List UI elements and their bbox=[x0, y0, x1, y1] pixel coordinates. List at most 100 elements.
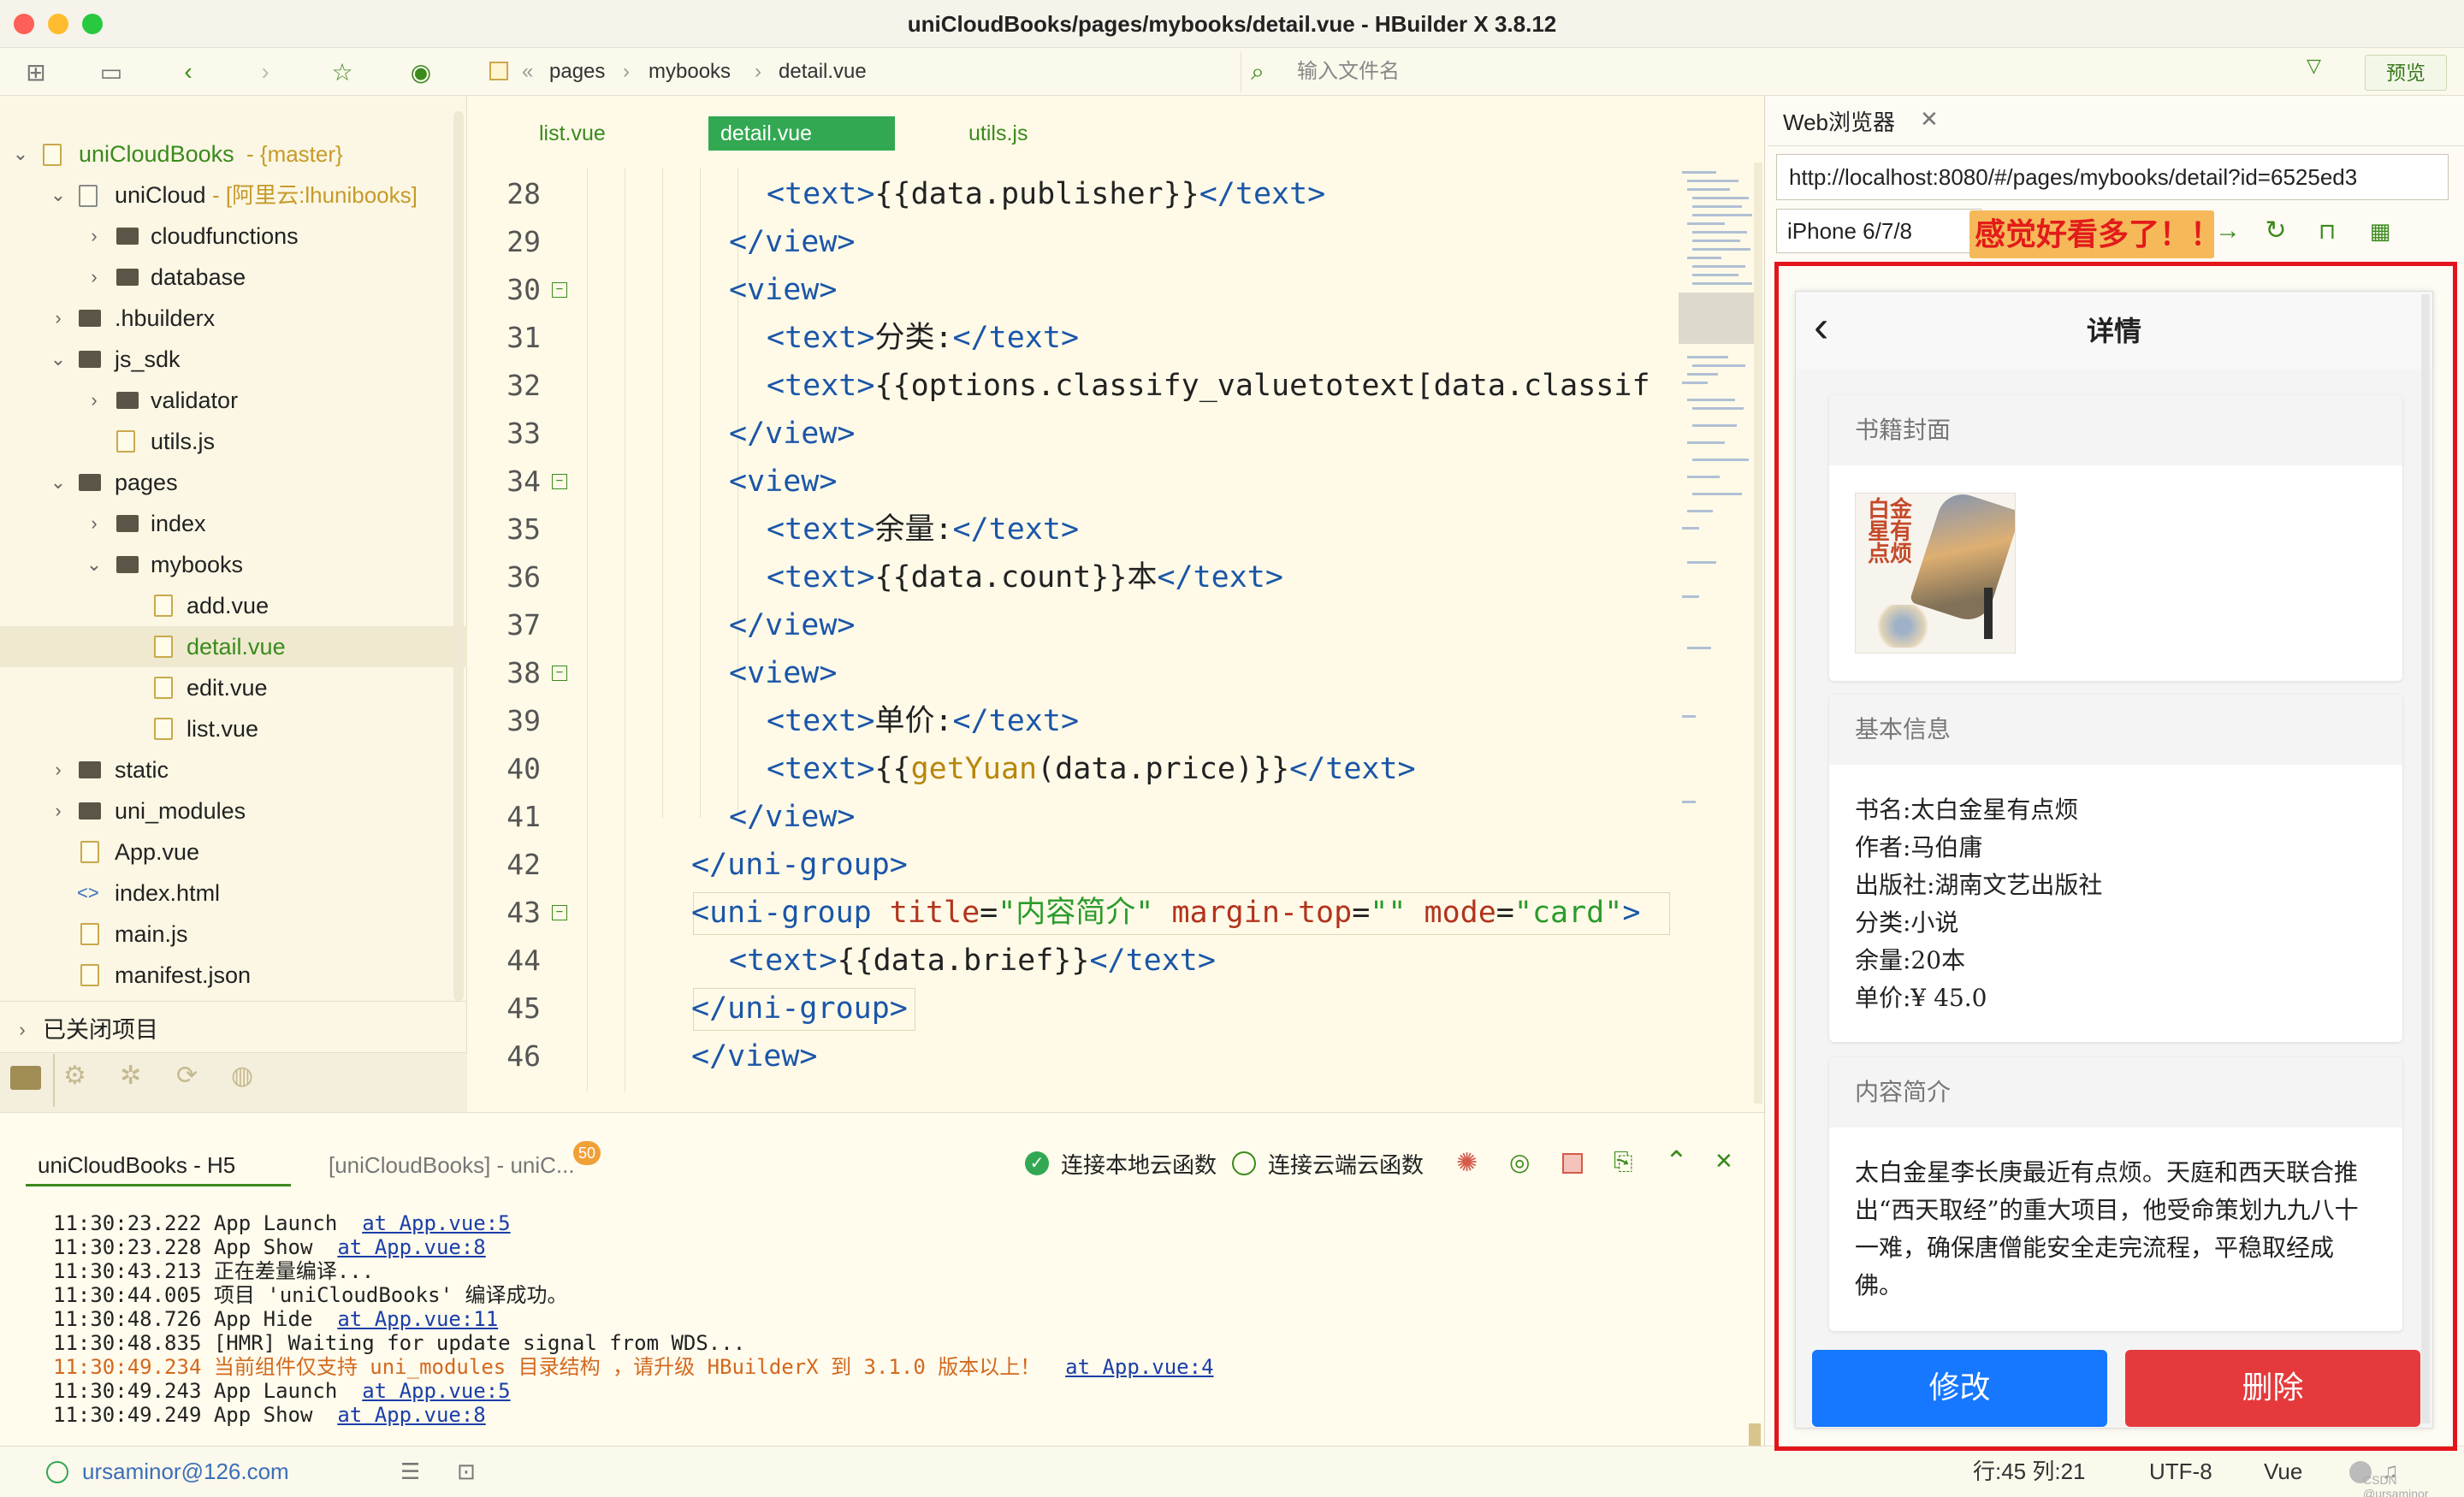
closed-projects[interactable]: › 已关闭项目 bbox=[0, 1009, 467, 1050]
url-input[interactable]: http://localhost:8080/#/pages/mybooks/de… bbox=[1776, 154, 2449, 200]
chevron-right-icon[interactable]: › bbox=[14, 1009, 31, 1050]
chevron-right-icon[interactable]: › bbox=[86, 257, 103, 298]
refresh-icon[interactable]: ↻ bbox=[2259, 214, 2293, 248]
language-mode[interactable]: Vue bbox=[2264, 1454, 2302, 1488]
tree-item-index[interactable]: › index bbox=[0, 503, 467, 544]
connect-cloud-label[interactable]: 连接云端云函数 bbox=[1268, 1146, 1424, 1184]
book-cover-image[interactable]: 白金星有点烦 bbox=[1855, 493, 2016, 654]
qrcode-icon[interactable]: ▦ bbox=[2363, 214, 2397, 248]
chevron-down-icon[interactable]: ⌄ bbox=[50, 175, 67, 216]
restart-icon[interactable]: ◎ bbox=[1509, 1148, 1530, 1176]
chevron-down-icon[interactable]: ⌄ bbox=[50, 339, 67, 380]
tree-item-index-html[interactable]: <> index.html bbox=[0, 873, 467, 914]
code-line[interactable]: <text>分类:</text> bbox=[767, 314, 1079, 362]
tree-item-utils-js[interactable]: utils.js bbox=[0, 421, 467, 462]
code-line[interactable]: </view> bbox=[729, 218, 856, 266]
save-icon[interactable]: ▭ bbox=[96, 56, 127, 87]
fold-toggle[interactable]: − bbox=[552, 905, 567, 920]
tab-list-vue[interactable]: list.vue bbox=[527, 116, 618, 151]
globe-icon[interactable]: ◍ bbox=[231, 1061, 253, 1091]
code-line[interactable]: <text>余量:</text> bbox=[767, 506, 1079, 553]
device-select[interactable]: iPhone 6/7/8 bbox=[1776, 209, 1981, 253]
browser-tab[interactable]: Web浏览器 bbox=[1783, 101, 1895, 144]
tree-item-database[interactable]: › database bbox=[0, 257, 467, 298]
tree-item-manifest-json[interactable]: manifest.json bbox=[0, 955, 467, 996]
code-line[interactable]: <text>{{options.classify_valuetotext[dat… bbox=[767, 362, 1673, 410]
log-source-link[interactable]: at App.vue:8 bbox=[337, 1403, 485, 1427]
tree-item-mybooks[interactable]: ⌄ mybooks bbox=[0, 544, 467, 585]
radio-unchecked-icon[interactable] bbox=[1232, 1151, 1256, 1175]
navigate-icon[interactable]: → bbox=[2211, 214, 2245, 248]
code-line[interactable]: <text>单价:</text> bbox=[767, 697, 1079, 745]
code-line[interactable]: <view> bbox=[729, 649, 837, 697]
log-source-link[interactable]: at App.vue:5 bbox=[362, 1211, 510, 1235]
log-source-link[interactable]: at App.vue:11 bbox=[337, 1307, 498, 1331]
cursor-position[interactable]: 行:45 列:21 bbox=[1973, 1454, 2086, 1488]
code-line[interactable]: </uni-group> bbox=[691, 985, 908, 1033]
preview-button[interactable]: 预览 bbox=[2365, 55, 2447, 91]
file-encoding[interactable]: UTF-8 bbox=[2149, 1454, 2212, 1488]
chevron-right-icon[interactable]: › bbox=[86, 380, 103, 421]
user-account[interactable]: ursaminor@126.com bbox=[82, 1454, 289, 1488]
close-icon[interactable]: ✕ bbox=[1920, 106, 1939, 133]
star-icon[interactable]: ☆ bbox=[327, 56, 358, 87]
console-scrollbar[interactable] bbox=[1749, 1423, 1761, 1446]
fold-toggle[interactable]: − bbox=[552, 282, 567, 298]
tab-utils-js[interactable]: utils.js bbox=[957, 116, 1040, 151]
edit-button[interactable]: 修改 bbox=[1812, 1350, 2107, 1427]
chevron-right-icon[interactable]: › bbox=[50, 749, 67, 790]
tree-item-uni-modules[interactable]: › uni_modules bbox=[0, 790, 467, 831]
tree-item-list-vue[interactable]: list.vue bbox=[0, 708, 467, 749]
filter-icon[interactable]: ▽ bbox=[2307, 55, 2321, 77]
code-line[interactable]: </view> bbox=[729, 410, 856, 458]
tree-item-js-sdk[interactable]: ⌄ js_sdk bbox=[0, 339, 467, 380]
code-line[interactable]: <text>{{data.publisher}}</text> bbox=[767, 170, 1325, 218]
code-line[interactable]: <text>{{getYuan(data.price)}}</text> bbox=[767, 745, 1416, 793]
tree-item-cloudfunctions[interactable]: › cloudfunctions bbox=[0, 216, 467, 257]
tree-item-hbuilderx[interactable]: › .hbuilderx bbox=[0, 298, 467, 339]
tree-item-detail-vue[interactable]: detail.vue bbox=[0, 626, 467, 667]
tab-detail-vue[interactable]: detail.vue bbox=[708, 116, 895, 151]
chevron-down-icon[interactable]: ⌄ bbox=[50, 462, 67, 503]
radio-checked-icon[interactable]: ✓ bbox=[1025, 1151, 1049, 1175]
minimap-viewport[interactable] bbox=[1679, 293, 1754, 344]
fold-toggle[interactable]: − bbox=[552, 474, 567, 489]
code-line[interactable]: <text>{{data.brief}}</text> bbox=[729, 937, 1216, 985]
tree-item-app-vue[interactable]: App.vue bbox=[0, 831, 467, 873]
console-tab-h5[interactable]: uniCloudBooks - H5 bbox=[38, 1146, 235, 1184]
code-line[interactable]: <view> bbox=[729, 266, 837, 314]
terminal-toggle-icon[interactable]: ⊡ bbox=[457, 1454, 476, 1488]
tree-item-static[interactable]: › static bbox=[0, 749, 467, 790]
forward-icon[interactable]: › bbox=[250, 56, 281, 87]
code-line[interactable]: <text>{{data.count}}本</text> bbox=[767, 553, 1283, 601]
user-icon[interactable] bbox=[46, 1461, 68, 1483]
chevron-down-icon[interactable]: ⌄ bbox=[12, 133, 29, 175]
fold-toggle[interactable]: − bbox=[552, 666, 567, 681]
editor-scrollbar[interactable] bbox=[1754, 163, 1762, 1104]
chevron-right-icon[interactable]: › bbox=[50, 790, 67, 831]
tree-item-project[interactable]: ⌄ uniCloudBooks - {master} bbox=[0, 133, 467, 175]
stop-icon[interactable] bbox=[1562, 1153, 1583, 1174]
file-search-placeholder[interactable]: 输入文件名 bbox=[1297, 50, 1400, 94]
code-line[interactable]: <view> bbox=[729, 458, 837, 506]
run-icon[interactable]: ◉ bbox=[406, 56, 436, 87]
console-tab-unicloud[interactable]: [uniCloudBooks] - uniC... bbox=[329, 1146, 575, 1184]
tree-item-pages[interactable]: ⌄ pages bbox=[0, 462, 467, 503]
code-line[interactable]: </view> bbox=[691, 1033, 818, 1080]
tree-item-main-js[interactable]: main.js bbox=[0, 914, 467, 955]
collapse-up-icon[interactable]: ⌃ bbox=[1665, 1145, 1688, 1177]
tree-item-add-vue[interactable]: add.vue bbox=[0, 585, 467, 626]
log-source-link[interactable]: at App.vue:4 bbox=[1065, 1355, 1213, 1379]
phone-scrollbar[interactable] bbox=[2421, 294, 2430, 1423]
tree-item-validator[interactable]: › validator bbox=[0, 380, 467, 421]
project-manager-icon[interactable] bbox=[10, 1066, 41, 1090]
code-line[interactable]: </view> bbox=[729, 793, 856, 841]
chevron-down-icon[interactable]: ⌄ bbox=[86, 544, 103, 585]
sidebar-scrollbar[interactable] bbox=[453, 111, 464, 1001]
log-source-link[interactable]: at App.vue:8 bbox=[337, 1235, 485, 1259]
lock-icon[interactable]: ⊓ bbox=[2310, 214, 2344, 248]
new-file-icon[interactable]: ⊞ bbox=[21, 56, 51, 87]
breadcrumb-item[interactable]: pages bbox=[549, 50, 605, 94]
code-line[interactable]: </view> bbox=[729, 601, 856, 649]
code-minimap[interactable] bbox=[1679, 168, 1756, 1057]
